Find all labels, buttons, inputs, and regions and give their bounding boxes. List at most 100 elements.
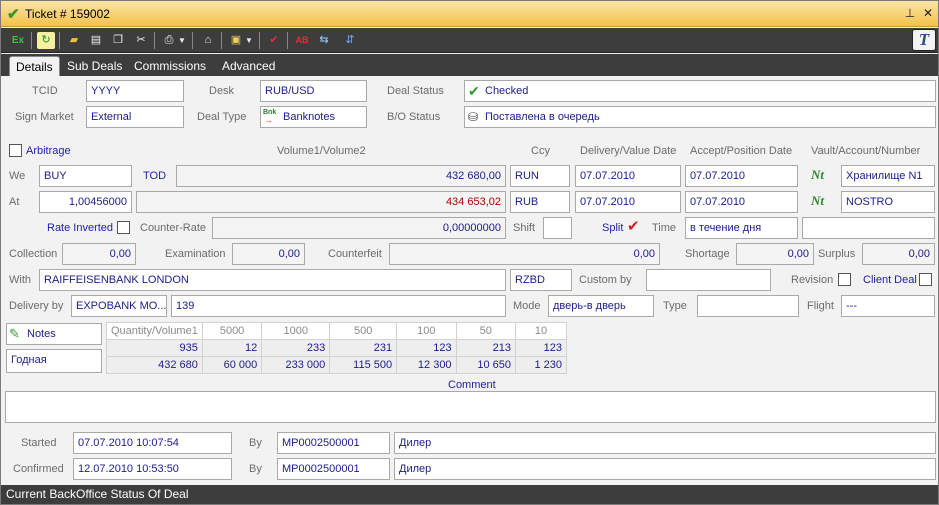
abort-icon[interactable]: AB: [293, 32, 311, 49]
bo-status-field[interactable]: ⛁ Поставлена в очередь: [464, 106, 936, 128]
inbox-icon[interactable]: ▣: [227, 32, 245, 49]
we-ccy-field[interactable]: RUN: [510, 165, 570, 187]
tcid-field[interactable]: YYYY: [86, 80, 184, 102]
at-volume-field[interactable]: 434 653,02: [136, 191, 506, 213]
grid-cell[interactable]: 233: [261, 339, 331, 357]
we-delivery-date[interactable]: 07.07.2010: [575, 165, 681, 187]
counter-rate-field[interactable]: 0,00000000: [212, 217, 506, 239]
grid-cell[interactable]: 123: [396, 339, 457, 357]
deal-status-field[interactable]: ✔ Checked: [464, 80, 936, 102]
confirm-icon[interactable]: ✔: [265, 32, 283, 49]
at-accept-date[interactable]: 07.07.2010: [685, 191, 798, 213]
client-deal-checkbox[interactable]: [919, 273, 932, 286]
nt-icon[interactable]: Nt: [811, 167, 824, 183]
collection-field[interactable]: 0,00: [62, 243, 136, 265]
tab-commissions[interactable]: Commissions: [128, 56, 212, 76]
we-volume-field[interactable]: 432 680,00: [176, 165, 506, 187]
type-field[interactable]: [697, 295, 799, 317]
sign-market-field[interactable]: External: [86, 106, 184, 128]
we-accept-date[interactable]: 07.07.2010: [685, 165, 798, 187]
surplus-field[interactable]: 0,00: [862, 243, 935, 265]
shift-field[interactable]: [543, 217, 572, 239]
send-icon[interactable]: ⌂: [199, 32, 217, 49]
at-rate-field[interactable]: 1,00456000: [39, 191, 132, 213]
time-field[interactable]: в течение дня: [685, 217, 798, 239]
grid-cell[interactable]: 432 680: [106, 356, 203, 374]
with-label: With: [9, 274, 31, 286]
grid-cell[interactable]: 233 000: [261, 356, 331, 374]
confirmed-field[interactable]: 12.07.2010 10:53:50: [73, 458, 232, 480]
toolbar-separator: [221, 32, 222, 49]
refresh-icon[interactable]: ↻: [37, 32, 55, 49]
at-ccy-field[interactable]: RUB: [510, 191, 570, 213]
with-field[interactable]: RAIFFEISENBANK LONDON: [39, 269, 506, 291]
grid-cell[interactable]: 123: [515, 339, 567, 357]
grid-cell[interactable]: 231: [329, 339, 398, 357]
tab-sub-deals[interactable]: Sub Deals: [61, 56, 128, 76]
bo-status-value: Поставлена в очередь: [485, 111, 600, 123]
desk-label: Desk: [209, 85, 235, 97]
deal-type-field[interactable]: Bnk → Banknotes: [260, 106, 367, 128]
execute-icon[interactable]: Ex: [9, 32, 27, 49]
arbitrage-checkbox[interactable]: [9, 144, 22, 157]
examination-field[interactable]: 0,00: [232, 243, 305, 265]
counterfeit-field[interactable]: 0,00: [389, 243, 660, 265]
mode-field[interactable]: дверь-в дверь: [548, 295, 654, 317]
delivery-header: Delivery/Value Date: [580, 145, 677, 157]
close-icon[interactable]: ✕: [921, 6, 935, 21]
print-icon[interactable]: ⎙: [160, 32, 178, 49]
started-field[interactable]: 07.07.2010 10:07:54: [73, 432, 232, 454]
dropdown-icon[interactable]: ▼: [177, 32, 187, 49]
started-by-field[interactable]: MP0002500001: [277, 432, 390, 454]
delivery-number-field[interactable]: 139: [171, 295, 506, 317]
toolbar-separator: [59, 32, 60, 49]
collection-label: Collection: [9, 248, 58, 260]
revision-checkbox[interactable]: [838, 273, 851, 286]
custom-by-field[interactable]: [646, 269, 771, 291]
flight-field[interactable]: ---: [841, 295, 935, 317]
comment-textarea[interactable]: [5, 391, 936, 423]
at-delivery-date[interactable]: 07.07.2010: [575, 191, 681, 213]
started-label: Started: [21, 437, 57, 449]
open-folder-icon[interactable]: ▰: [65, 32, 83, 49]
grid-cell[interactable]: 935: [106, 339, 203, 357]
quality-field[interactable]: Годная: [6, 349, 102, 373]
confirmed-role-field[interactable]: Дилер: [394, 458, 936, 480]
grid-cell[interactable]: 1 230: [515, 356, 567, 374]
document-icon[interactable]: ▤: [87, 32, 105, 49]
rate-inverted-checkbox[interactable]: [117, 221, 130, 234]
split-icon[interactable]: ⇆: [315, 32, 333, 49]
ccy-header: Ccy: [531, 145, 550, 157]
type-label: Type: [663, 300, 687, 312]
notes-button[interactable]: ✎ Notes: [6, 323, 102, 345]
tab-details[interactable]: Details: [9, 56, 60, 76]
copy-document-icon[interactable]: ❐: [109, 32, 127, 49]
pin-icon[interactable]: ⊥: [903, 6, 917, 21]
started-role-field[interactable]: Дилер: [394, 432, 936, 454]
confirmed-by-field[interactable]: MP0002500001: [277, 458, 390, 480]
we-side-field[interactable]: BUY: [39, 165, 132, 187]
at-vault-field[interactable]: NOSTRO: [841, 191, 935, 213]
time-extra-field[interactable]: [802, 217, 935, 239]
counter-rate-label: Counter-Rate: [140, 222, 207, 234]
link-icon[interactable]: ⇵: [341, 32, 359, 49]
we-vault-field[interactable]: Хранилище N1: [841, 165, 935, 187]
grid-cell[interactable]: 60 000: [201, 356, 263, 374]
split-check-icon[interactable]: ✔: [627, 217, 640, 235]
grid-cell[interactable]: 12 300: [396, 356, 457, 374]
grid-cell[interactable]: 115 500: [329, 356, 398, 374]
delivery-by-field[interactable]: EXPOBANK MO...: [71, 295, 167, 317]
grid-cell[interactable]: 12: [201, 339, 263, 357]
comment-label: Comment: [448, 379, 496, 391]
shortage-field[interactable]: 0,00: [736, 243, 814, 265]
tab-bar: Details Sub Deals Commissions Advanced: [1, 54, 938, 76]
grid-cell[interactable]: 213: [455, 339, 517, 357]
toolbar-separator: [154, 32, 155, 49]
with-code-field[interactable]: RZBD: [510, 269, 572, 291]
dropdown-icon[interactable]: ▼: [244, 32, 254, 49]
nt-icon[interactable]: Nt: [811, 193, 824, 209]
desk-field[interactable]: RUB/USD: [260, 80, 367, 102]
tab-advanced[interactable]: Advanced: [216, 56, 281, 76]
tools-icon[interactable]: ✂: [132, 32, 150, 49]
grid-cell[interactable]: 10 650: [455, 356, 517, 374]
